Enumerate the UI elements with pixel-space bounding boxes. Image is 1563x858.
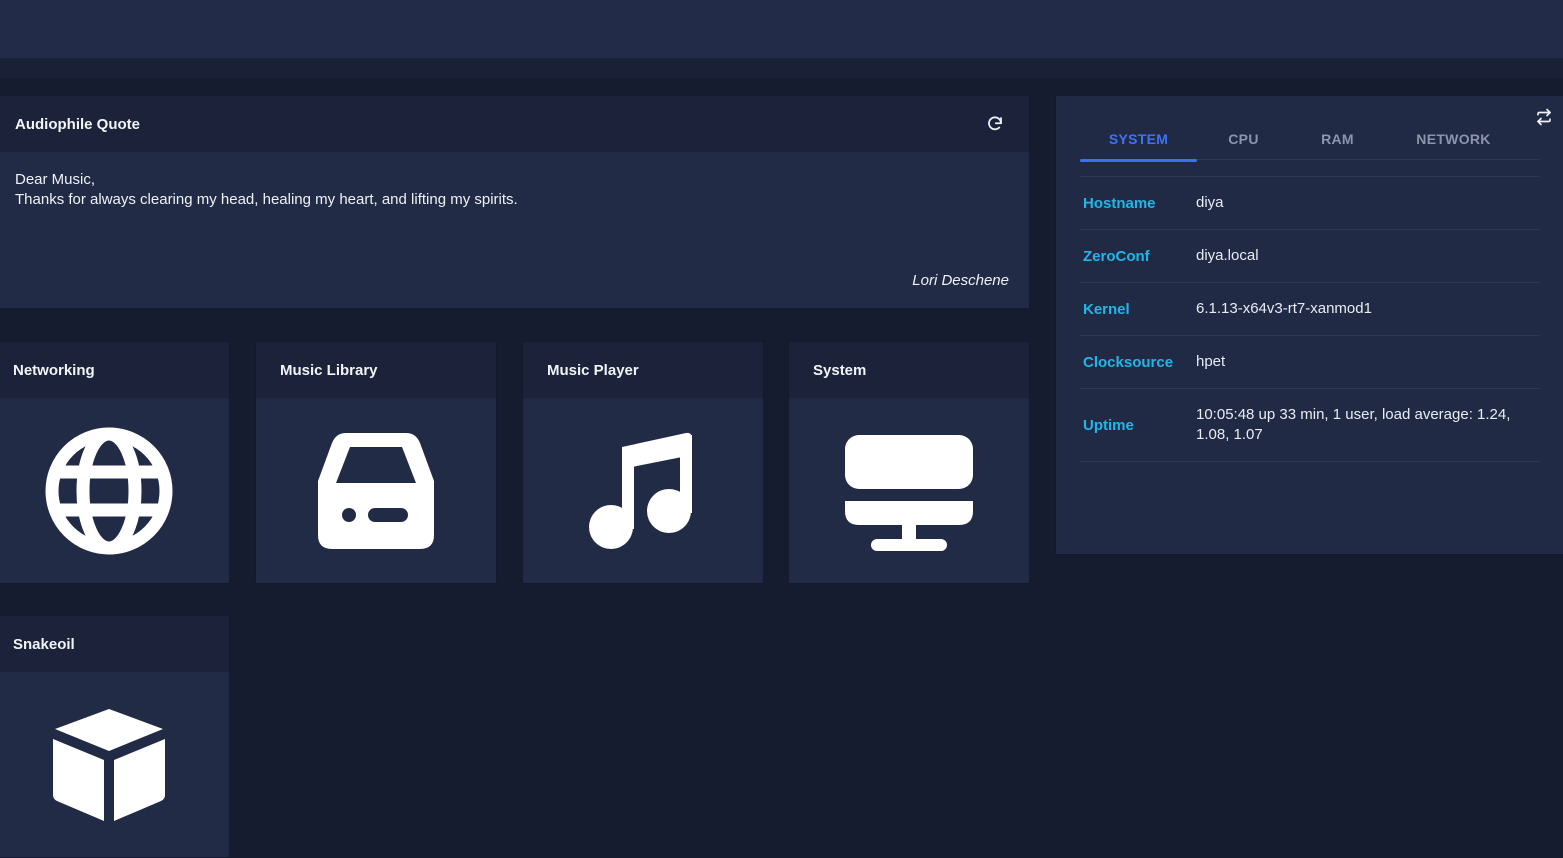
tile-networking[interactable]: Networking xyxy=(0,341,230,584)
tile-music-player[interactable]: Music Player xyxy=(522,341,764,584)
info-row-zeroconf: ZeroConf diya.local xyxy=(1080,230,1540,283)
info-value: diya.local xyxy=(1196,247,1259,264)
info-key: ZeroConf xyxy=(1083,247,1150,265)
cube-icon xyxy=(53,709,165,821)
tile-title: Snakeoil xyxy=(0,616,229,672)
tab-cpu[interactable]: CPU xyxy=(1197,118,1290,160)
info-value: diya xyxy=(1196,194,1224,211)
info-key: Kernel xyxy=(1083,300,1130,318)
info-value: 10:05:48 up 33 min, 1 user, load average… xyxy=(1196,406,1511,443)
tile-title: Music Player xyxy=(523,342,763,398)
info-row-hostname: Hostname diya xyxy=(1080,177,1540,230)
system-info-table: Hostname diya ZeroConf diya.local Kernel… xyxy=(1080,176,1540,462)
tab-network[interactable]: NETWORK xyxy=(1385,118,1522,160)
info-row-kernel: Kernel 6.1.13-x64v3-rt7-xanmod1 xyxy=(1080,283,1540,336)
tab-ram[interactable]: RAM xyxy=(1290,118,1385,160)
system-tabs: SYSTEM CPU RAM NETWORK xyxy=(1080,118,1540,162)
quote-text: Dear Music, Thanks for always clearing m… xyxy=(0,152,1029,210)
audiophile-quote-card: Audiophile Quote Dear Music, Thanks for … xyxy=(0,95,1030,309)
system-info-card: SYSTEM CPU RAM NETWORK Hostname diya Zer… xyxy=(1055,95,1563,555)
hard-drive-icon xyxy=(318,433,434,549)
tile-title: Music Library xyxy=(256,342,496,398)
info-key: Uptime xyxy=(1083,416,1134,434)
sub-bar xyxy=(0,58,1563,78)
music-note-icon xyxy=(589,432,692,549)
tile-system[interactable]: System xyxy=(788,341,1030,584)
top-bar xyxy=(0,0,1563,58)
info-row-uptime: Uptime 10:05:48 up 33 min, 1 user, load … xyxy=(1080,389,1540,462)
quote-card-header: Audiophile Quote xyxy=(0,96,1029,152)
globe-icon xyxy=(45,427,173,555)
quote-card-title: Audiophile Quote xyxy=(15,115,140,133)
tile-title: Networking xyxy=(0,342,229,398)
tile-title: System xyxy=(789,342,1029,398)
info-value: hpet xyxy=(1196,353,1226,370)
monitor-icon xyxy=(845,435,973,551)
tab-system[interactable]: SYSTEM xyxy=(1080,118,1197,162)
quote-line-1: Dear Music, xyxy=(15,171,96,188)
quote-line-2: Thanks for always clearing my head, heal… xyxy=(15,191,518,208)
refresh-quote-button[interactable] xyxy=(981,110,1009,138)
quote-author: Lori Deschene xyxy=(912,272,1009,289)
info-value: 6.1.13-x64v3-rt7-xanmod1 xyxy=(1196,300,1372,317)
tile-snakeoil[interactable]: Snakeoil xyxy=(0,615,230,858)
refresh-icon xyxy=(988,116,1002,131)
info-key: Hostname xyxy=(1083,194,1156,212)
info-key: Clocksource xyxy=(1083,353,1174,371)
info-row-clocksource: Clocksource hpet xyxy=(1080,336,1540,389)
tile-music-library[interactable]: Music Library xyxy=(255,341,497,584)
